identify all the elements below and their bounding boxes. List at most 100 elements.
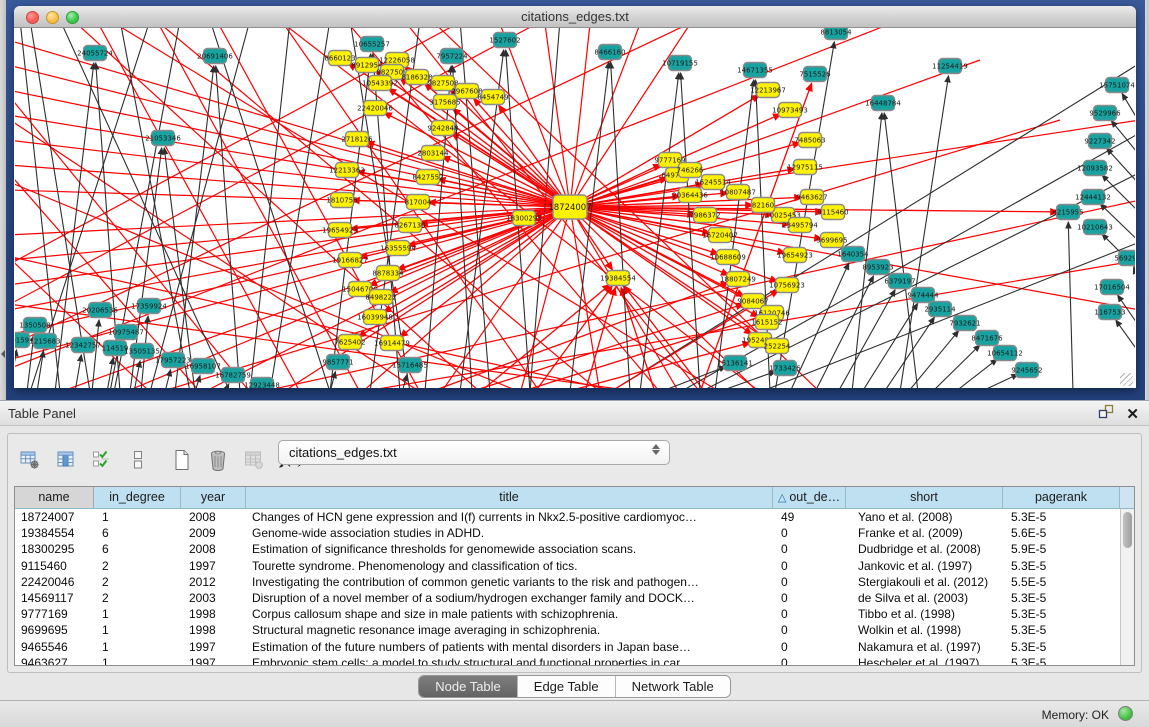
network-node-yellow[interactable]: 12213363 xyxy=(329,163,365,178)
column-header-in_degree[interactable]: in_degree xyxy=(94,487,181,508)
network-node-yellow[interactable]: 20364436 xyxy=(672,188,708,203)
network-node-teal[interactable]: 8953923 xyxy=(862,260,893,275)
network-node-yellow[interactable]: 746266 xyxy=(677,163,704,178)
tab-edge-table[interactable]: Edge Table xyxy=(518,676,616,697)
network-node-yellow[interactable]: 10688609 xyxy=(710,250,746,265)
network-node-teal[interactable]: 9529966 xyxy=(1089,106,1121,121)
network-node-yellow[interactable]: 8454749 xyxy=(477,90,508,105)
network-node-teal[interactable]: 10654112 xyxy=(987,346,1023,361)
network-node-teal[interactable]: 6379197 xyxy=(884,274,915,289)
tab-node-table[interactable]: Node Table xyxy=(419,676,518,697)
network-node-teal[interactable]: 8466160 xyxy=(594,45,625,60)
network-node-yellow[interactable]: 8427552 xyxy=(412,170,443,185)
citation-edge-red[interactable] xyxy=(570,207,600,388)
citation-edge-black[interactable] xyxy=(1134,267,1135,310)
network-node-teal[interactable]: 24055724 xyxy=(77,46,113,61)
row-height-button[interactable] xyxy=(126,448,150,472)
network-node-teal[interactable]: 17016504 xyxy=(1094,280,1130,295)
network-node-teal[interactable]: 7515526 xyxy=(799,67,831,82)
citation-edge-black[interactable] xyxy=(250,28,290,388)
citation-edge-black[interactable] xyxy=(980,374,1018,388)
table-settings-button[interactable] xyxy=(18,448,42,472)
network-node-yellow[interactable]: 8878334 xyxy=(372,266,404,281)
network-node-yellow[interactable]: 9115460 xyxy=(817,205,848,220)
citation-edge-black[interactable] xyxy=(884,317,934,388)
table-scrollbar[interactable] xyxy=(1120,509,1134,665)
table-row[interactable]: 1830029562008Estimation of significance … xyxy=(15,541,1134,557)
network-node-teal[interactable]: 20691406 xyxy=(197,49,233,64)
network-node-teal[interactable]: 9857771 xyxy=(322,355,353,370)
network-node-teal[interactable]: 10655257 xyxy=(354,37,390,52)
network-node-teal[interactable]: 21053346 xyxy=(145,131,181,146)
network-node-yellow[interactable]: 2803144 xyxy=(417,146,449,161)
network-node-teal[interactable]: 9227342 xyxy=(1084,134,1115,149)
column-header-name[interactable]: name xyxy=(15,487,94,508)
network-node-yellow[interactable]: 12975115 xyxy=(787,160,823,175)
network-node-yellow[interactable]: 16914479 xyxy=(374,336,410,351)
citation-edge-black[interactable] xyxy=(216,66,240,388)
citation-edge-black[interactable] xyxy=(165,370,171,388)
network-node-teal[interactable]: 1640354 xyxy=(837,247,869,262)
new-table-button[interactable] xyxy=(170,448,194,472)
table-row[interactable]: 946554611997Estimation of the future num… xyxy=(15,639,1134,655)
network-node-yellow[interactable]: 1810755 xyxy=(326,193,357,208)
column-header-short[interactable]: short xyxy=(846,487,1003,508)
column-header-title[interactable]: title xyxy=(246,487,773,508)
network-node-teal[interactable]: 1215683 xyxy=(29,334,60,349)
network-node-yellow[interactable]: 7485063 xyxy=(794,133,825,148)
table-row[interactable]: 1938455462009Genome-wide association stu… xyxy=(15,525,1134,541)
table-row[interactable]: 911546021997Tourette syndrome. Phenomeno… xyxy=(15,558,1134,574)
citation-edge-red[interactable] xyxy=(15,28,600,320)
network-node-teal[interactable]: 1350508 xyxy=(19,318,50,333)
network-node-teal[interactable]: 1527602 xyxy=(489,33,520,48)
select-rows-button[interactable] xyxy=(90,448,114,472)
table-row[interactable]: 1456911722003Disruption of a novel membe… xyxy=(15,590,1134,606)
network-node-teal[interactable]: 10210643 xyxy=(1077,220,1113,235)
delete-table-button[interactable] xyxy=(206,448,230,472)
citation-edge-red[interactable] xyxy=(367,142,570,207)
network-node-teal[interactable]: 7957224 xyxy=(436,49,468,64)
citation-edge-red[interactable] xyxy=(474,98,570,207)
network-node-teal[interactable]: 14671355 xyxy=(737,63,773,78)
network-node-yellow[interactable]: 9699695 xyxy=(816,233,847,248)
table-row[interactable]: 946362711997Embryonic stem cells: a mode… xyxy=(15,655,1134,666)
table-row[interactable]: 969969511998Structural magnetic resonanc… xyxy=(15,622,1134,638)
network-node-teal[interactable]: 1733426 xyxy=(769,361,801,376)
citation-edge-black[interactable] xyxy=(15,350,16,388)
citation-edge-black[interactable] xyxy=(718,371,776,388)
citation-edge-black[interactable] xyxy=(932,345,980,388)
network-node-yellow[interactable]: 19654923 xyxy=(322,223,358,238)
network-node-teal[interactable]: 11254419 xyxy=(932,59,968,74)
tab-network-table[interactable]: Network Table xyxy=(616,676,730,697)
citation-edge-red[interactable] xyxy=(388,88,570,207)
citation-network-graph[interactable]: 8660123891295412226058982750981863281054… xyxy=(15,28,1135,388)
panel-collapse-arrow-icon[interactable] xyxy=(1,350,5,358)
citation-edge-black[interactable] xyxy=(1068,222,1073,388)
window-resize-grip[interactable] xyxy=(1120,373,1133,386)
network-node-yellow[interactable]: 16720407 xyxy=(702,228,738,243)
citation-edge-black[interactable] xyxy=(460,28,490,388)
network-node-yellow[interactable]: 18724007 xyxy=(548,195,591,219)
citation-edge-black[interactable] xyxy=(1122,94,1135,140)
close-panel-icon[interactable]: ✕ xyxy=(1126,406,1139,424)
network-node-yellow[interactable]: 7986372 xyxy=(689,208,720,223)
table-row[interactable]: 2242004622012Investigating the contribut… xyxy=(15,574,1134,590)
citation-edge-red[interactable] xyxy=(260,28,540,388)
network-node-yellow[interactable]: 817004 xyxy=(405,195,432,210)
show-columns-button[interactable] xyxy=(54,448,78,472)
citation-edge-black[interactable] xyxy=(1116,320,1135,368)
network-node-yellow[interactable]: 3175685 xyxy=(429,95,460,110)
network-node-teal[interactable]: 39159 xyxy=(15,333,30,348)
network-node-teal[interactable]: 1167533 xyxy=(1094,305,1125,320)
network-node-teal[interactable]: 7932621 xyxy=(949,316,980,331)
network-node-teal[interactable]: 17359924 xyxy=(131,299,167,314)
citation-edge-black[interactable] xyxy=(862,303,918,388)
column-header-year[interactable]: year xyxy=(181,487,246,508)
table-select-combobox[interactable]: citations_edges.txt xyxy=(278,440,670,465)
column-header-out_de[interactable]: △out_de… xyxy=(773,487,846,508)
network-node-teal[interactable]: 8471676 xyxy=(971,331,1003,346)
network-node-yellow[interactable]: 82160 xyxy=(752,198,775,213)
network-node-teal[interactable]: 9245652 xyxy=(1011,363,1042,378)
network-node-teal[interactable]: 12093582 xyxy=(1077,161,1113,176)
column-header-pagerank[interactable]: pagerank xyxy=(1003,487,1120,508)
